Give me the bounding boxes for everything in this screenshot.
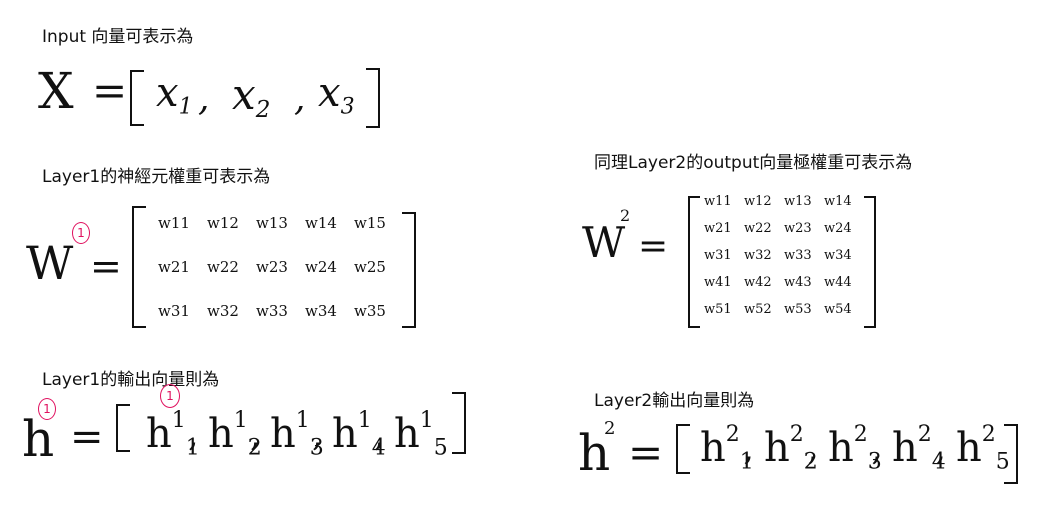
w1-superscript-highlight: 1 xyxy=(72,222,90,244)
h2-comma-4: , xyxy=(935,430,946,468)
w2-cell-r2-c1: w21 xyxy=(704,221,732,236)
input-lhs: X xyxy=(38,62,74,120)
input-right-bracket xyxy=(366,68,380,128)
w1-cell-r1-c5: w15 xyxy=(354,214,386,232)
layer2-weights-caption: 同理Layer2的output向量極權重可表示為 xyxy=(594,153,913,173)
w2-right-bracket xyxy=(864,196,876,328)
h2-comma-3: , xyxy=(871,430,882,468)
w2-cell-r1-c3: w13 xyxy=(784,194,812,209)
w2-cell-r3-c4: w34 xyxy=(824,248,852,263)
w2-cell-r1-c4: w14 xyxy=(824,194,852,209)
input-equals: = xyxy=(92,66,128,115)
w1-cell-r1-c4: w14 xyxy=(305,214,337,232)
w2-cell-r5-c2: w52 xyxy=(744,302,772,317)
w2-cell-r3-c2: w32 xyxy=(744,248,772,263)
w1-left-bracket xyxy=(132,206,146,328)
w1-cell-r2-c1: w21 xyxy=(158,258,190,276)
w2-cell-r1-c2: w12 xyxy=(744,194,772,209)
w1-cell-r1-c2: w12 xyxy=(207,214,239,232)
w2-cell-r1-c1: w11 xyxy=(704,194,732,209)
h1-comma-3: , xyxy=(312,416,323,454)
w2-cell-r4-c2: w42 xyxy=(744,275,772,290)
w2-cell-r2-c4: w24 xyxy=(824,221,852,236)
h1-term-superscript-highlight: 1 xyxy=(160,384,180,408)
h2-comma-2: , xyxy=(807,430,818,468)
w1-cell-r2-c5: w25 xyxy=(354,258,386,276)
w2-cell-r2-c3: w23 xyxy=(784,221,812,236)
input-term-1: x1 xyxy=(156,70,193,120)
layer1-weights-caption: Layer1的神經元權重可表示為 xyxy=(42,167,271,187)
w1-cell-r1-c1: w11 xyxy=(158,214,190,232)
h2-equals: = xyxy=(628,428,664,477)
w2-cell-r5-c4: w54 xyxy=(824,302,852,317)
h2-right-bracket xyxy=(1004,424,1018,484)
w1-cell-r3-c4: w34 xyxy=(305,302,337,320)
w1-cell-r2-c3: w23 xyxy=(256,258,288,276)
w1-cell-r2-c4: w24 xyxy=(305,258,337,276)
w1-cell-r1-c3: w13 xyxy=(256,214,288,232)
h2-comma-1: , xyxy=(743,430,754,468)
w1-equals: = xyxy=(90,244,122,288)
w2-cell-r5-c1: w51 xyxy=(704,302,732,317)
h1-left-bracket xyxy=(116,404,130,452)
w2-cell-r5-c3: w53 xyxy=(784,302,812,317)
input-comma-2: , xyxy=(294,78,306,119)
h1-right-bracket xyxy=(452,392,466,454)
h1-comma-1: , xyxy=(188,416,199,454)
w2-cell-r4-c1: w41 xyxy=(704,275,732,290)
w2-cell-r3-c3: w33 xyxy=(784,248,812,263)
h1-equals: = xyxy=(70,414,104,460)
w1-cell-r3-c5: w35 xyxy=(354,302,386,320)
layer1-output-caption: Layer1的輸出向量則為 xyxy=(42,370,220,390)
w2-cell-r3-c1: w31 xyxy=(704,248,732,263)
w1-cell-r3-c1: w31 xyxy=(158,302,190,320)
w1-right-bracket xyxy=(402,212,416,328)
input-left-bracket xyxy=(130,70,144,126)
h2-left-bracket xyxy=(676,424,690,474)
w1-cell-r2-c2: w22 xyxy=(207,258,239,276)
h1-term-5: h15 xyxy=(394,408,448,461)
h1-superscript-highlight: 1 xyxy=(38,398,56,420)
w1-lhs: W xyxy=(26,236,74,290)
w2-equals: = xyxy=(638,226,669,267)
w2-lhs: W xyxy=(582,218,626,267)
input-term-3: x3 xyxy=(318,70,355,120)
h2-superscript: 2 xyxy=(604,418,616,439)
w2-cell-r2-c2: w22 xyxy=(744,221,772,236)
w2-superscript: 2 xyxy=(620,206,631,225)
input-term-2: x2 xyxy=(232,70,271,124)
w2-cell-r4-c3: w43 xyxy=(784,275,812,290)
w1-cell-r3-c2: w32 xyxy=(207,302,239,320)
h2-term-5: h25 xyxy=(956,422,1010,475)
h1-comma-4: , xyxy=(374,416,385,454)
w2-left-bracket xyxy=(688,196,700,328)
layer2-output-caption: Layer2輸出向量則為 xyxy=(594,391,755,411)
w2-cell-r4-c4: w44 xyxy=(824,275,852,290)
input-caption: Input 向量可表示為 xyxy=(42,27,194,47)
h1-comma-2: , xyxy=(250,416,261,454)
input-comma-1: , xyxy=(198,78,210,119)
w1-cell-r3-c3: w33 xyxy=(256,302,288,320)
